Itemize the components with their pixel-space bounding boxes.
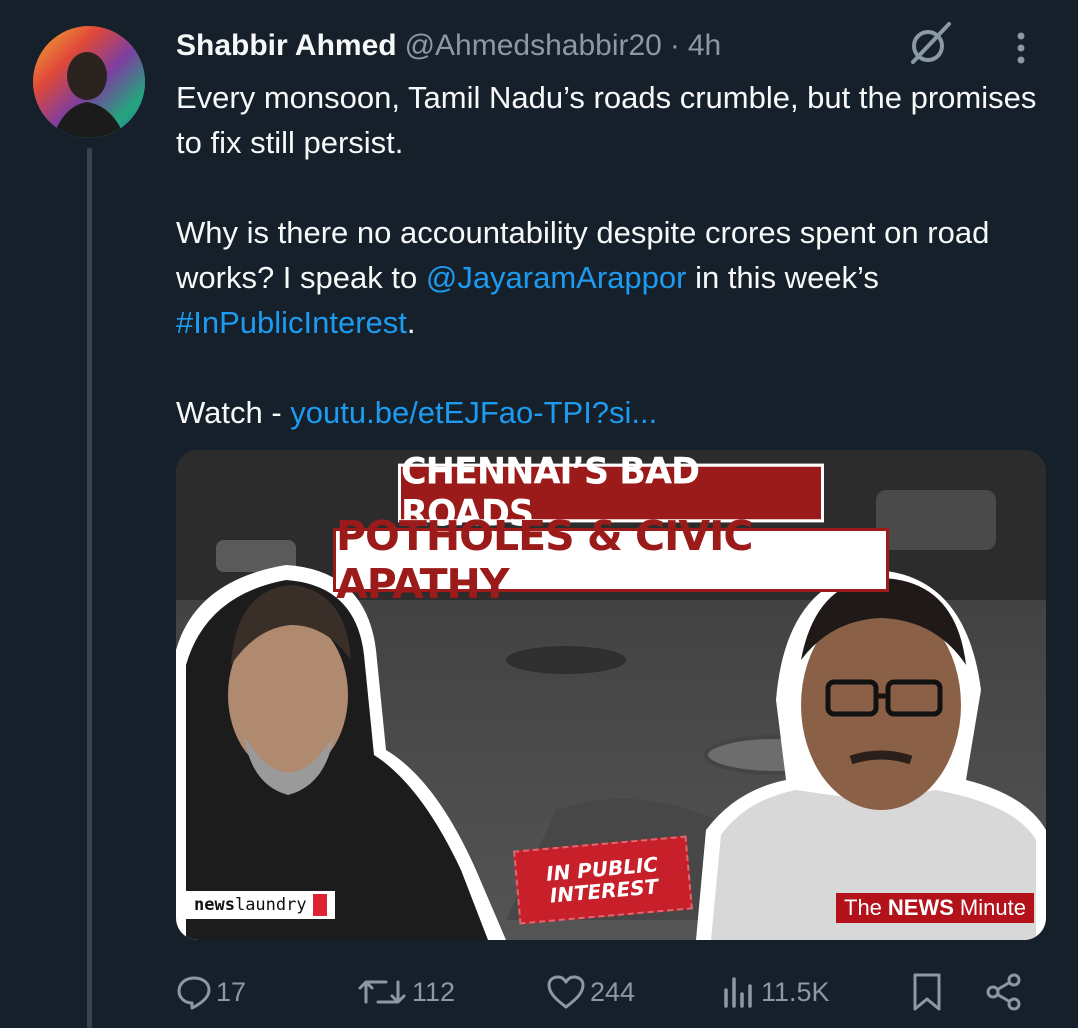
bookmark-icon xyxy=(913,973,941,1011)
repost-button[interactable]: 112 xyxy=(356,968,455,1016)
tnm-logo-bold: NEWS xyxy=(887,895,954,920)
mention-link[interactable]: @JayaramArappor xyxy=(426,260,687,295)
tnm-logo-post: Minute xyxy=(959,895,1026,920)
reply-button[interactable]: 17 xyxy=(176,968,246,1016)
tweet-text: Every monsoon, Tamil Nadu’s roads crumbl… xyxy=(176,75,1046,435)
like-button[interactable]: 244 xyxy=(546,968,635,1016)
reply-icon xyxy=(177,976,211,1010)
bookmark-button[interactable] xyxy=(911,968,943,1016)
repost-count: 112 xyxy=(412,976,456,1007)
share-button[interactable] xyxy=(984,968,1024,1016)
reply-count: 17 xyxy=(216,976,247,1007)
views-count: 11.5K xyxy=(761,976,830,1007)
logo-bold-part: news xyxy=(194,895,235,915)
author-handle[interactable]: @Ahmedshabbir20 xyxy=(405,29,662,63)
youtube-link[interactable]: youtu.be/etEJFao-TPI?si... xyxy=(290,395,657,430)
avatar[interactable] xyxy=(33,26,145,138)
newslaundry-logo-mark xyxy=(312,894,327,916)
thumbnail-title-bottom: POTHOLES & CIVIC APATHY xyxy=(333,512,889,608)
grok-icon[interactable] xyxy=(905,20,953,68)
views-button[interactable]: 11.5K xyxy=(721,968,830,1016)
the-news-minute-logo: The NEWS Minute xyxy=(836,893,1034,923)
logo-rest-part: laundry xyxy=(234,895,307,915)
hashtag-link[interactable]: #InPublicInterest xyxy=(176,305,407,340)
timestamp[interactable]: 4h xyxy=(688,29,721,63)
tweet-header: Shabbir Ahmed @Ahmedshabbir20 · 4h xyxy=(176,26,721,66)
tweet-paragraph-3: Watch - youtu.be/etEJFao-TPI?si... xyxy=(176,390,1046,435)
tnm-logo-pre: The xyxy=(844,895,882,920)
more-options-icon[interactable] xyxy=(1006,28,1036,68)
views-chart-icon xyxy=(724,977,752,1008)
newslaundry-logo-text: newslaundry xyxy=(194,895,307,915)
newslaundry-logo: newslaundry xyxy=(186,891,335,919)
tweet-actions: 17 112 244 11.5K xyxy=(176,968,1046,1016)
media-thumbnail[interactable]: CHENNAI’S BAD ROADS POTHOLES & CIVIC APA… xyxy=(176,450,1046,940)
author-name[interactable]: Shabbir Ahmed xyxy=(176,29,397,63)
tweet-paragraph-2: Why is there no accountability despite c… xyxy=(176,210,1046,345)
share-icon xyxy=(986,973,1021,1011)
tweet-paragraph-1: Every monsoon, Tamil Nadu’s roads crumbl… xyxy=(176,80,1037,160)
tweet-text-part: in this week’s xyxy=(686,260,879,295)
like-count: 244 xyxy=(590,976,636,1007)
tweet-text-part: . xyxy=(406,305,416,340)
repost-icon xyxy=(358,980,406,1004)
thread-line xyxy=(87,148,92,1028)
heart-icon xyxy=(547,975,585,1009)
in-public-interest-badge: IN PUBLIC INTEREST xyxy=(513,835,693,925)
watch-label: Watch - xyxy=(176,395,291,430)
separator-dot: · xyxy=(669,29,680,62)
